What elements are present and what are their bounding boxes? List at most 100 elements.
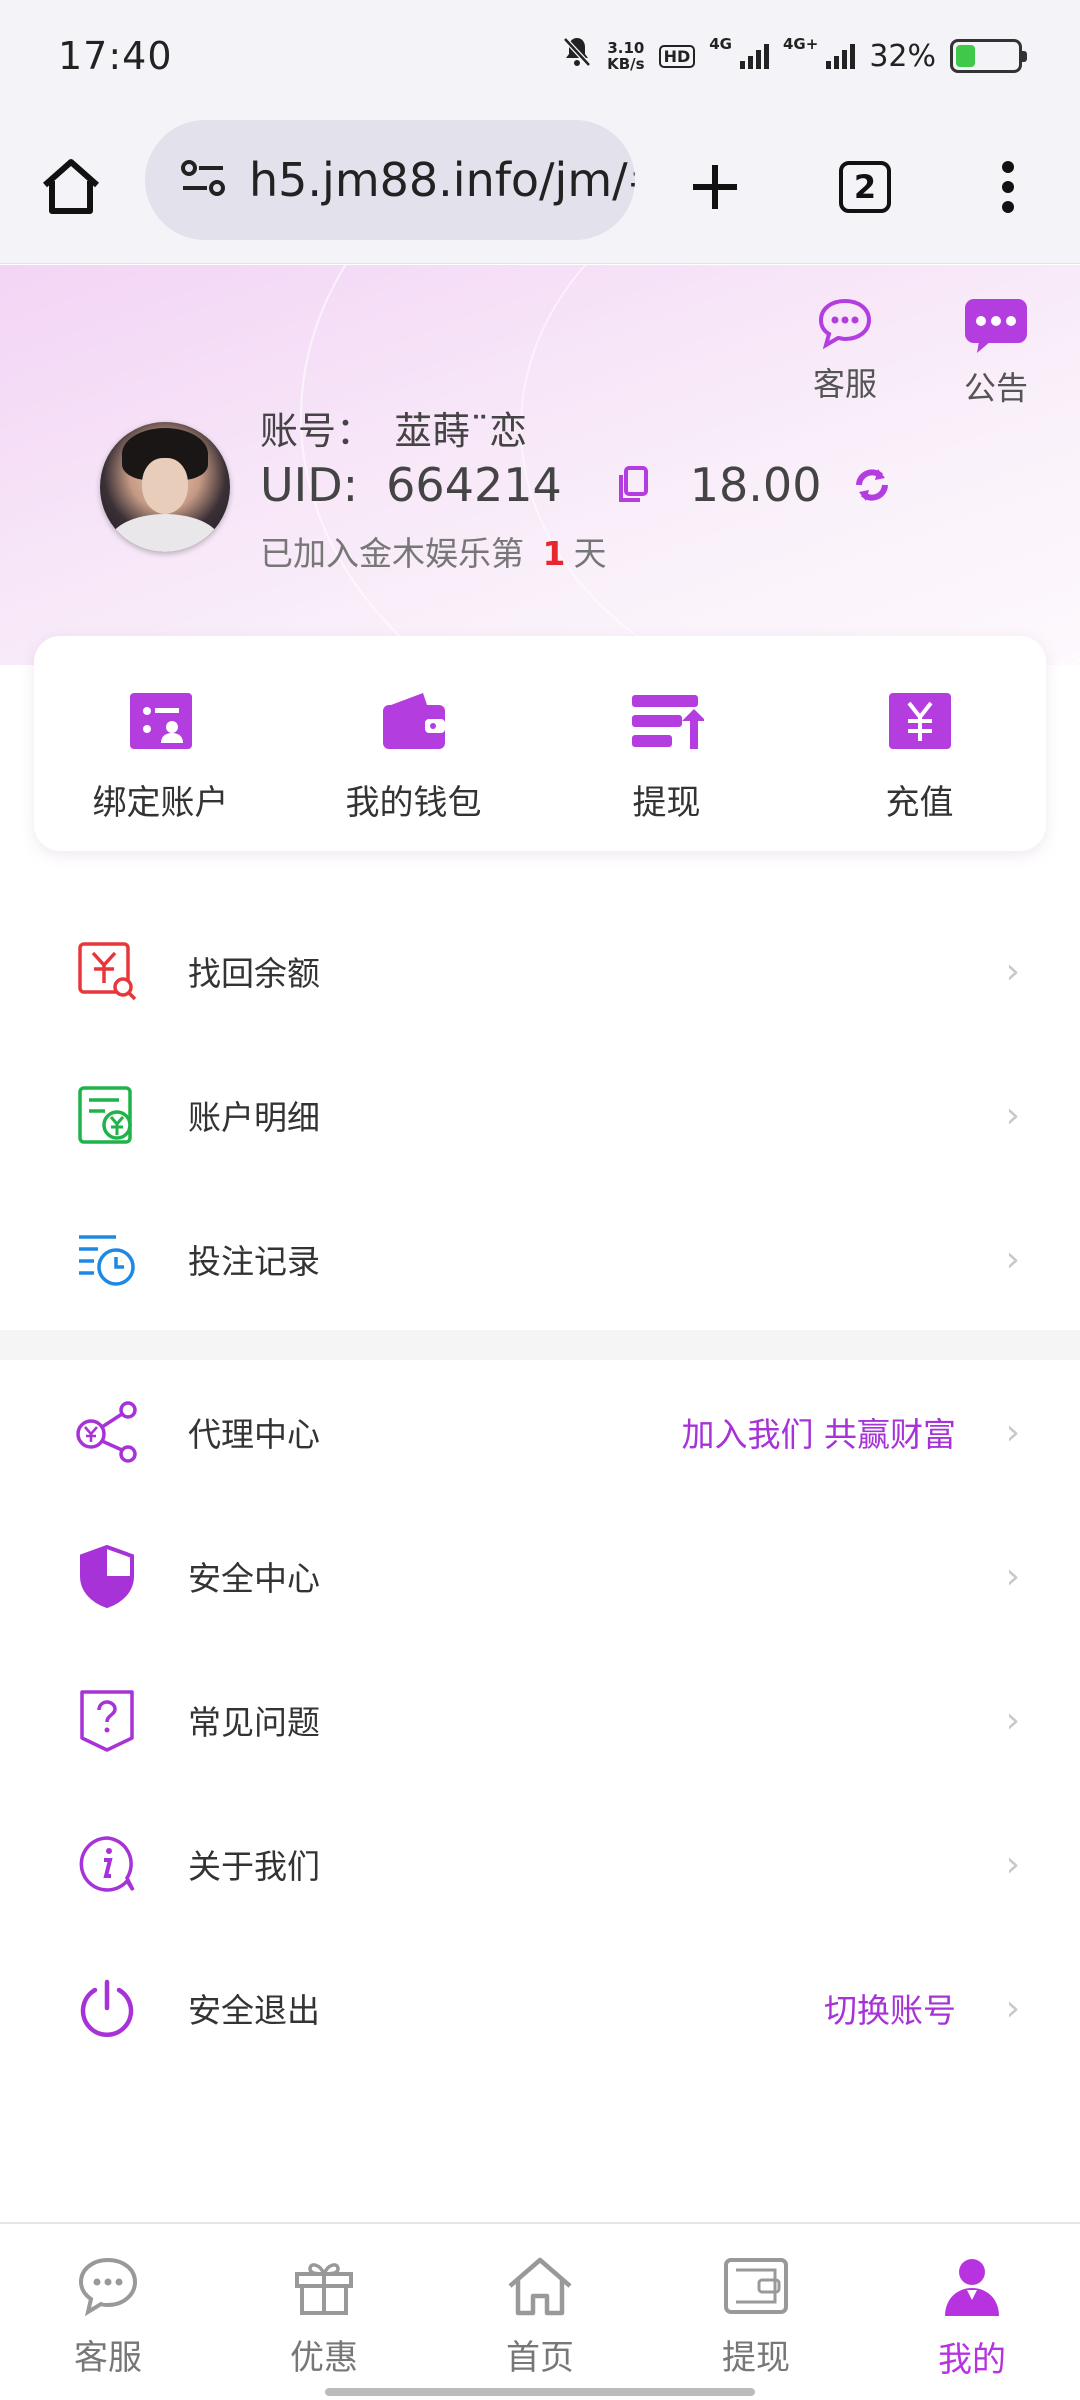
nav-promotions[interactable]: 优惠 [216, 2224, 432, 2400]
menu-item-about-us[interactable]: 关于我们 › [0, 1794, 1080, 1934]
account-prefix: 账号： [260, 409, 375, 453]
chevron-right-icon: › [1005, 1555, 1020, 1597]
power-icon [74, 1975, 140, 2041]
section-divider [0, 1330, 1080, 1360]
nav-label: 提现 [722, 2338, 790, 2378]
withdraw-icon [630, 691, 706, 755]
speed-unit: KB/s [607, 55, 645, 73]
nav-label: 我的 [938, 2340, 1006, 2380]
user-icon [941, 2256, 1003, 2322]
battery-percent: 32% [869, 38, 936, 74]
join-suffix: 天 [573, 534, 607, 573]
account-line: 账号： 莁蒔¨恋 [260, 400, 527, 455]
agent-promo-text: 加入我们 共赢财富 [681, 1415, 957, 1454]
join-info: 已加入金木娱乐第 1天 [260, 527, 606, 575]
nav-home[interactable]: 首页 [432, 2224, 648, 2400]
chat-icon [77, 2256, 139, 2320]
join-prefix: 已加入金木娱乐第 [260, 534, 524, 573]
account-name: 莁蒔¨恋 [394, 409, 528, 453]
recharge-button[interactable]: 充值 [793, 636, 1046, 851]
notice-label: 公告 [963, 369, 1028, 407]
menu-label: 投注记录 [188, 1242, 320, 1281]
customer-service-button[interactable]: 客服 [805, 297, 885, 405]
withdraw-button[interactable]: 提现 [540, 636, 793, 851]
home-icon[interactable] [36, 152, 106, 222]
bind-account-button[interactable]: 绑定账户 [34, 636, 287, 851]
notice-button[interactable]: 公告 [956, 297, 1036, 409]
uid-line: UID: 664214 18.00 [260, 458, 893, 512]
tab-count: 2 [839, 161, 891, 213]
bet-records-icon [74, 1226, 140, 1292]
gift-icon [293, 2256, 355, 2320]
menu-item-faq[interactable]: 常见问题 › [0, 1650, 1080, 1790]
signal-icon-2 [826, 43, 856, 69]
gesture-home-bar[interactable] [325, 2388, 755, 2396]
chevron-right-icon: › [1005, 950, 1020, 992]
notice-message-icon [963, 299, 1029, 359]
switch-account-link[interactable]: 切换账号 [824, 1984, 956, 2032]
status-bar: 17:40 3.10 KB/s HD 4G 4G+ 32% [0, 0, 1080, 112]
menu-item-account-details[interactable]: 账户明细 › [0, 1045, 1080, 1185]
chevron-right-icon: › [1005, 1699, 1020, 1741]
customer-service-label: 客服 [812, 365, 877, 403]
nav-withdraw[interactable]: 提现 [648, 2224, 864, 2400]
home-icon [506, 2256, 574, 2320]
recover-balance-icon [74, 938, 140, 1004]
menu-label: 账户明细 [188, 1098, 320, 1137]
address-bar[interactable]: h5.jm88.info/jm/# [145, 120, 635, 240]
quick-action-label: 充值 [885, 783, 954, 823]
account-details-icon [74, 1082, 140, 1148]
uid-prefix: UID: [260, 458, 359, 512]
menu-item-logout[interactable]: 安全退出 切换账号 › [0, 1938, 1080, 2078]
net-type-2: 4G+ [782, 35, 819, 53]
menu-item-agent-center[interactable]: 代理中心 加入我们 共赢财富 › [0, 1362, 1080, 1502]
menu-item-recover-balance[interactable]: 找回余额 › [0, 901, 1080, 1041]
profile-header: 客服 公告 账号： 莁蒔¨恋 UID: 664214 18.00 已加入金木娱乐… [0, 265, 1080, 665]
hd-badge: HD [658, 44, 696, 68]
menu-label: 关于我们 [188, 1847, 320, 1886]
quick-action-label: 我的钱包 [345, 783, 482, 823]
chevron-right-icon: › [1005, 1843, 1020, 1885]
url-text: h5.jm88.info/jm/# [249, 153, 635, 207]
quick-action-label: 提现 [632, 783, 701, 823]
speed-value: 3.10 [607, 39, 645, 57]
chevron-right-icon: › [1005, 1094, 1020, 1136]
page: 17:40 3.10 KB/s HD 4G 4G+ 32% h5.jm88.in… [0, 0, 1080, 2400]
mute-icon [561, 35, 593, 77]
menu-item-bet-records[interactable]: 投注记录 › [0, 1189, 1080, 1329]
uid-value: 664214 [386, 458, 562, 512]
signal-icon-1 [739, 43, 769, 69]
tab-switcher-button[interactable]: 2 [830, 152, 900, 222]
avatar[interactable] [100, 422, 230, 552]
nav-label: 客服 [74, 2338, 142, 2378]
net-type-1: 4G [709, 35, 732, 53]
new-tab-icon[interactable] [680, 152, 750, 222]
chevron-right-icon: › [1005, 1411, 1020, 1453]
nav-label: 首页 [506, 2338, 574, 2378]
menu-label: 常见问题 [188, 1703, 320, 1742]
nav-me[interactable]: 我的 [864, 2224, 1080, 2400]
bottom-navigation: 客服 优惠 首页 提现 我的 [0, 2222, 1080, 2400]
site-settings-icon[interactable] [179, 158, 227, 202]
join-days: 1 [542, 534, 566, 573]
recharge-icon [887, 691, 953, 755]
copy-icon[interactable] [616, 465, 650, 505]
question-icon [74, 1687, 140, 1753]
nav-customer-service[interactable]: 客服 [0, 2224, 216, 2400]
agent-share-icon [74, 1399, 140, 1465]
more-menu-icon[interactable] [973, 152, 1043, 222]
quick-actions-card: 绑定账户 我的钱包 提现 充值 [34, 636, 1046, 851]
nav-label: 优惠 [290, 2338, 358, 2378]
status-icons: 3.10 KB/s HD 4G 4G+ 32% [561, 35, 1027, 77]
refresh-icon[interactable] [851, 465, 893, 505]
chevron-right-icon: › [1005, 1987, 1020, 2029]
my-wallet-button[interactable]: 我的钱包 [287, 636, 540, 851]
menu-label: 安全退出 [188, 1991, 320, 2030]
battery-icon [950, 39, 1027, 73]
menu-label: 代理中心 [188, 1415, 320, 1454]
chat-bubble-icon [816, 298, 874, 355]
info-icon [74, 1831, 140, 1897]
menu-item-security-center[interactable]: 安全中心 › [0, 1506, 1080, 1646]
status-time: 17:40 [58, 34, 173, 78]
chevron-right-icon: › [1005, 1238, 1020, 1280]
